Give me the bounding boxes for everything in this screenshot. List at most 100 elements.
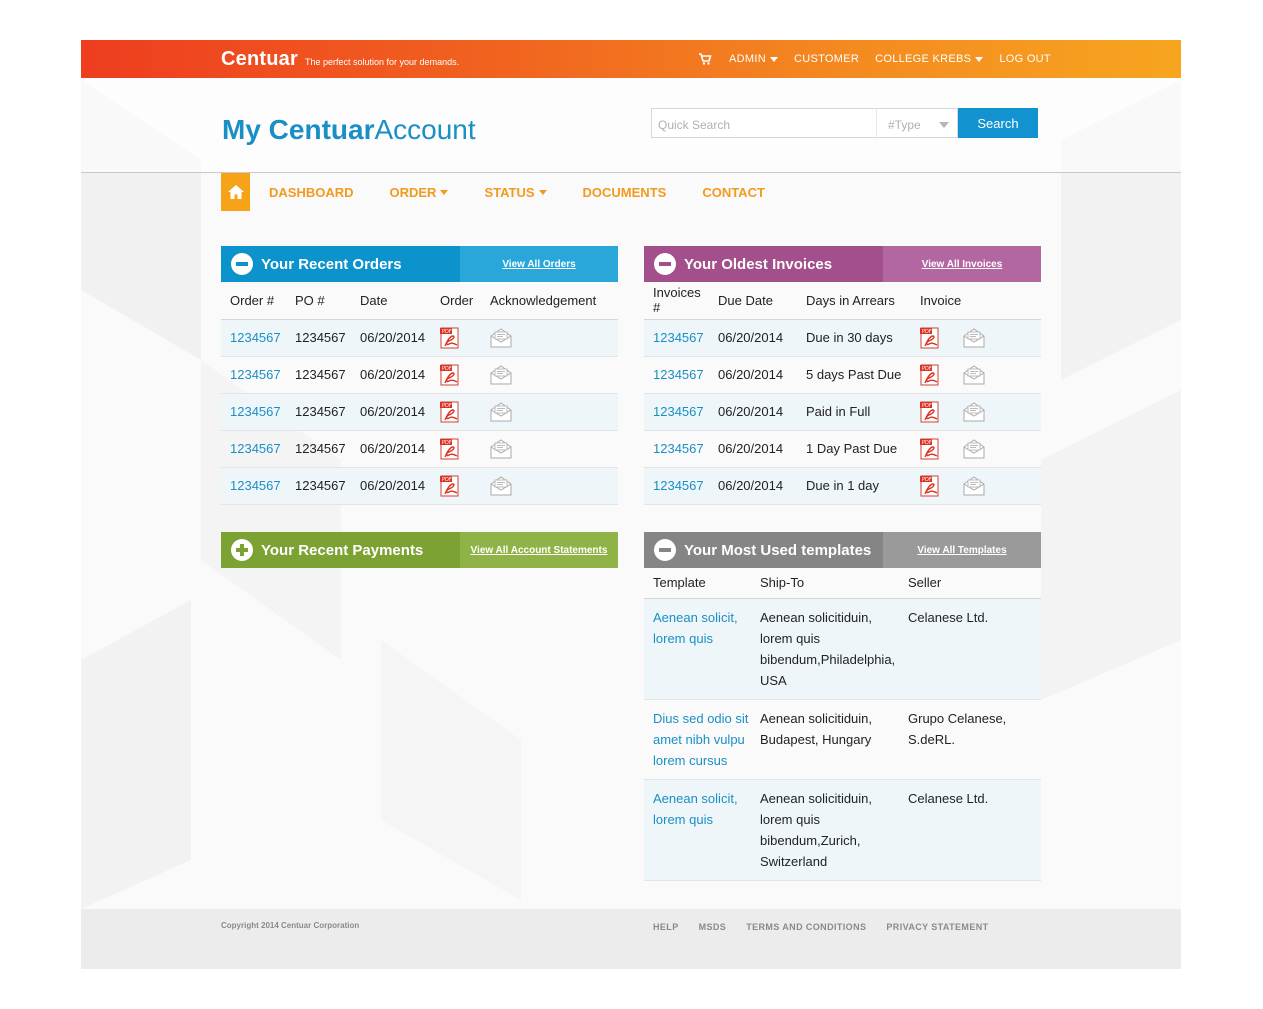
order-number-link[interactable]: 1234567 (221, 430, 286, 468)
ship-to: Aenean solicitiduin, lorem quis bibendum… (751, 779, 899, 881)
view-all-templates-link[interactable]: View All Templates (883, 532, 1041, 568)
search-button[interactable]: Search (958, 108, 1038, 138)
order-pdf-cell: PDF (431, 430, 481, 468)
logout-link[interactable]: LOG OUT (999, 53, 1051, 65)
pdf-icon[interactable]: PDF (440, 438, 461, 460)
templates-header: Your Most Used templates View All Templa… (644, 532, 1041, 568)
view-all-orders-link[interactable]: View All Orders (460, 246, 618, 282)
order-number-link[interactable]: 1234567 (221, 467, 286, 505)
due-date: 06/20/2014 (709, 467, 797, 505)
envelope-icon[interactable] (963, 364, 985, 385)
view-all-invoices-link[interactable]: View All Invoices (883, 246, 1041, 282)
collapse-icon[interactable] (231, 253, 253, 275)
nav-documents[interactable]: DOCUMENTS (583, 185, 667, 200)
nav-status[interactable]: STATUS (484, 185, 547, 200)
type-select[interactable]: #Type (876, 108, 958, 138)
ship-to: Aenean solicitiduin, Budapest, Hungary (751, 699, 899, 780)
order-date: 06/20/2014 (351, 393, 431, 431)
pdf-icon[interactable]: PDF (920, 327, 941, 349)
pdf-icon[interactable]: PDF (440, 327, 461, 349)
college-krebs-menu[interactable]: COLLEGE KREBS (875, 53, 984, 65)
footer-terms-link[interactable]: TERMS AND CONDITIONS (746, 922, 866, 932)
order-number-link[interactable]: 1234567 (221, 319, 286, 357)
page-frame: Centuar The perfect solution for your de… (81, 40, 1181, 969)
column-header: Ship-To (751, 568, 899, 599)
chevron-down-icon (975, 56, 984, 62)
table-row: 1234567 06/20/2014 Paid in Full PDF (644, 393, 1041, 431)
table-row: Dius sed odio sit amet nibh vulpu lorem … (644, 699, 1041, 780)
chevron-down-icon (440, 189, 449, 195)
expand-icon[interactable] (231, 539, 253, 561)
invoice-number-link[interactable]: 1234567 (644, 467, 709, 505)
order-pdf-cell: PDF (431, 393, 481, 431)
admin-menu[interactable]: ADMIN (729, 53, 778, 65)
pdf-icon[interactable]: PDF (920, 401, 941, 423)
footer-help-link[interactable]: HELP (653, 922, 679, 932)
brand-tagline: The perfect solution for your demands. (305, 57, 460, 67)
footer-privacy-link[interactable]: PRIVACY STATEMENT (886, 922, 988, 932)
column-header: Order (431, 282, 481, 320)
view-all-statements-link[interactable]: View All Account Statements (460, 532, 618, 568)
order-pdf-cell: PDF (431, 467, 481, 505)
nav-order[interactable]: ORDER (390, 185, 449, 200)
footer-msds-link[interactable]: MSDS (699, 922, 727, 932)
collapse-icon[interactable] (654, 253, 676, 275)
nav-contact-label: CONTACT (702, 184, 765, 200)
svg-text:PDF: PDF (442, 366, 452, 372)
svg-text:PDF: PDF (442, 329, 452, 335)
po-number: 1234567 (286, 430, 351, 468)
envelope-icon[interactable] (490, 364, 512, 385)
page-title-bold: My Centuar (222, 114, 375, 145)
days-in-arrears: 1 Day Past Due (797, 430, 911, 468)
table-row: 1234567 1234567 06/20/2014 PDF (221, 430, 618, 468)
template-link[interactable]: Dius sed odio sit amet nibh vulpu lorem … (644, 699, 751, 780)
order-number-link[interactable]: 1234567 (221, 356, 286, 394)
days-in-arrears: Paid in Full (797, 393, 911, 431)
collapse-icon[interactable] (654, 539, 676, 561)
ship-to: Aenean solicitiduin, lorem quis bibendum… (751, 598, 899, 700)
nav-contact[interactable]: CONTACT (702, 185, 765, 200)
order-date: 06/20/2014 (351, 467, 431, 505)
table-row: 1234567 1234567 06/20/2014 PDF (221, 467, 618, 505)
envelope-icon[interactable] (490, 438, 512, 459)
envelope-icon[interactable] (963, 438, 985, 459)
pdf-icon[interactable]: PDF (920, 475, 941, 497)
envelope-icon[interactable] (490, 327, 512, 348)
recent-orders-table: Order # PO # Date Order Acknowledgement … (221, 282, 618, 505)
pdf-icon[interactable]: PDF (440, 401, 461, 423)
customer-link[interactable]: CUSTOMER (794, 53, 859, 65)
cart-icon[interactable] (698, 52, 712, 66)
nav-documents-label: DOCUMENTS (582, 184, 667, 200)
order-date: 06/20/2014 (351, 319, 431, 357)
pdf-icon[interactable]: PDF (440, 475, 461, 497)
envelope-icon[interactable] (963, 475, 985, 496)
column-header: Seller (899, 568, 1041, 599)
pdf-icon[interactable]: PDF (920, 364, 941, 386)
invoice-number-link[interactable]: 1234567 (644, 319, 709, 357)
order-date: 06/20/2014 (351, 430, 431, 468)
search-input[interactable]: Quick Search (651, 108, 876, 138)
envelope-icon[interactable] (963, 327, 985, 348)
order-date: 06/20/2014 (351, 356, 431, 394)
template-link[interactable]: Aenean solicit, lorem quis (644, 598, 751, 700)
home-button[interactable] (221, 173, 250, 211)
table-row: Aenean solicit, lorem quis Aenean solicit… (644, 779, 1041, 881)
invoice-number-link[interactable]: 1234567 (644, 356, 709, 394)
invoice-number-link[interactable]: 1234567 (644, 393, 709, 431)
order-pdf-cell: PDF (431, 319, 481, 357)
envelope-icon[interactable] (490, 475, 512, 496)
nav-dashboard[interactable]: DASHBOARD (269, 185, 354, 200)
brand-logo[interactable]: Centuar (221, 48, 298, 71)
po-number: 1234567 (286, 467, 351, 505)
po-number: 1234567 (286, 319, 351, 357)
invoice-number-link[interactable]: 1234567 (644, 430, 709, 468)
envelope-icon[interactable] (490, 401, 512, 422)
chevron-down-icon (769, 56, 778, 62)
template-link[interactable]: Aenean solicit, lorem quis (644, 779, 751, 881)
svg-text:PDF: PDF (922, 440, 932, 446)
order-number-link[interactable]: 1234567 (221, 393, 286, 431)
pdf-icon[interactable]: PDF (920, 438, 941, 460)
envelope-icon[interactable] (963, 401, 985, 422)
table-row: 1234567 1234567 06/20/2014 PDF (221, 319, 618, 357)
pdf-icon[interactable]: PDF (440, 364, 461, 386)
